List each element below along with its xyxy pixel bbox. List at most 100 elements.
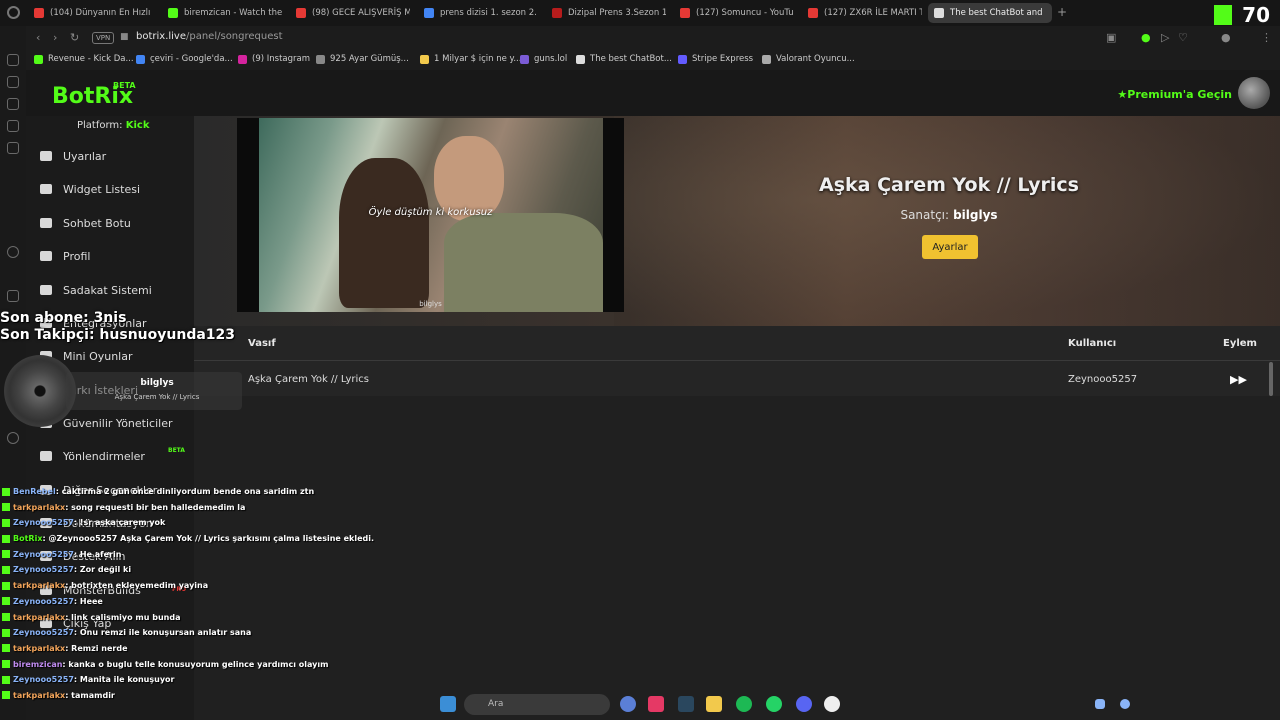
- chat-message: Zeynooo5257: Onu remzi ile konuşursan an…: [2, 627, 342, 643]
- extension-icon[interactable]: ▣: [1106, 31, 1116, 44]
- bookmark-favicon-icon: [238, 54, 247, 64]
- bookmark-0[interactable]: Revenue - Kick Da...: [34, 54, 134, 64]
- bookmark-8[interactable]: Valorant Oyuncu...: [762, 54, 855, 64]
- chat-message: tarkparlakx: Remzi nerde: [2, 643, 342, 659]
- sidebar-item-icon: [40, 151, 52, 161]
- shield-icon[interactable]: ●: [1141, 31, 1151, 44]
- avatar[interactable]: [1238, 77, 1270, 109]
- chat-text: : song requesti bir ben halledemedim la: [65, 502, 246, 512]
- tray-icon-2[interactable]: [1120, 699, 1130, 709]
- bookmark-label: The best ChatBot...: [590, 54, 672, 64]
- whatsapp-taskbar-icon[interactable]: [766, 696, 782, 712]
- profile-icon[interactable]: ●: [1221, 31, 1231, 44]
- bookmark-1[interactable]: çeviri - Google'da...: [136, 54, 233, 64]
- taskbar-search[interactable]: Ara: [464, 694, 610, 715]
- sidebar-item-label: Sohbet Botu: [63, 216, 131, 230]
- video-player[interactable]: Öyle düştüm ki korkusuz bilglys: [237, 118, 624, 312]
- forward-icon[interactable]: ›: [53, 31, 57, 44]
- chat-text: : !sr aşka çarem yok: [73, 518, 166, 528]
- sidebar-item-label: Güvenilir Yöneticiler: [63, 416, 173, 430]
- sidebar-item-0[interactable]: Uyarılar: [40, 146, 106, 166]
- tab-5[interactable]: (127) Somuncu - YouTube: [674, 3, 794, 23]
- back-icon[interactable]: ‹: [36, 31, 40, 44]
- tray-icon-1[interactable]: [1095, 699, 1105, 709]
- settings-button[interactable]: Ayarlar: [922, 235, 978, 259]
- kick-badge-icon: [2, 644, 10, 653]
- wallet-icon[interactable]: [7, 98, 19, 110]
- kick-badge-icon: [2, 534, 10, 543]
- sidebar-item-1[interactable]: Widget Listesi: [40, 179, 140, 199]
- new-tab-icon[interactable]: +: [1057, 5, 1067, 19]
- bookmark-favicon-icon: [576, 54, 585, 64]
- bookmark-label: (9) Instagram: [252, 54, 310, 64]
- spotify-icon[interactable]: [736, 696, 752, 712]
- vpn-badge[interactable]: VPN: [92, 32, 115, 44]
- folder-icon[interactable]: [706, 696, 722, 712]
- chat-username: tarkparlakx: [13, 502, 66, 512]
- tab-7[interactable]: The best ChatBot and: [928, 3, 1052, 23]
- column-header-action: Eylem: [1223, 338, 1257, 349]
- sidebar-item-4[interactable]: Sadakat Sistemi: [40, 280, 152, 300]
- settings-icon[interactable]: [7, 432, 19, 444]
- tab-favicon-icon: [168, 8, 178, 18]
- menu-icon[interactable]: ⋮: [1261, 31, 1272, 44]
- scrollbar[interactable]: [1269, 362, 1273, 396]
- chat-message: tarkparlakx: link calismiyo mu bunda: [2, 612, 342, 628]
- skip-forward-icon[interactable]: ▶▶: [1230, 373, 1247, 386]
- tab-1[interactable]: biremzican - Watch the V: [162, 3, 282, 23]
- reload-icon[interactable]: ↻: [70, 31, 79, 44]
- url-host: botrix.live: [136, 31, 186, 42]
- now-playing-box: bilglys Aşka Çarem Yok // Lyrics: [66, 372, 242, 410]
- messenger-icon[interactable]: [7, 54, 19, 66]
- sidebar-item-2[interactable]: Sohbet Botu: [40, 213, 131, 233]
- chat-message: Zeynooo5257: Heee: [2, 596, 342, 612]
- artist-row: Sanatçı: bilglys: [674, 208, 1224, 222]
- bookmark-favicon-icon: [420, 54, 429, 64]
- chat-message: Zeynooo5257: Zor değil ki: [2, 564, 342, 580]
- bookmarks-icon[interactable]: [7, 120, 19, 132]
- tab-label: biremzican - Watch the V: [184, 8, 282, 18]
- kick-badge-icon: [2, 691, 10, 700]
- tab-6[interactable]: (127) ZX6R İLE MARTI TA: [802, 3, 922, 23]
- bookmark-3[interactable]: 925 Ayar Gümüş...: [316, 54, 409, 64]
- play-icon[interactable]: ▷: [1161, 31, 1169, 44]
- sidebar-item-9[interactable]: Yönlendirmeler: [40, 446, 145, 466]
- premium-link[interactable]: ★Premium'a Geçin: [1117, 88, 1232, 101]
- bookmark-favicon-icon: [520, 54, 529, 64]
- whatsapp-icon[interactable]: [7, 246, 19, 258]
- column-header-user: Kullanıcı: [1068, 338, 1117, 349]
- bookmark-5[interactable]: guns.lol: [520, 54, 567, 64]
- sidebar-item-3[interactable]: Profil: [40, 246, 90, 266]
- sidebar-item-icon: [40, 285, 52, 295]
- bookmark-7[interactable]: Stripe Express: [678, 54, 753, 64]
- artist-label: Sanatçı:: [900, 208, 950, 222]
- taskbar-search-placeholder: Ara: [488, 699, 504, 709]
- song-hero: Öyle düştüm ki korkusuz bilglys Aşka Çar…: [194, 116, 1280, 326]
- discord-icon[interactable]: [796, 696, 812, 712]
- instagram-icon[interactable]: [7, 290, 19, 302]
- tab-label: (127) ZX6R İLE MARTI TA: [824, 8, 922, 18]
- bookmark-4[interactable]: 1 Milyar $ için ne y...: [420, 54, 521, 64]
- downloads-icon[interactable]: [7, 142, 19, 154]
- chat-message: tarkparlakx: tamamdir: [2, 690, 342, 706]
- windows-start-icon[interactable]: [440, 696, 456, 712]
- tab-0[interactable]: (104) Dünyanın En Hızlı A: [28, 3, 152, 23]
- chat-username: Zeynooo5257: [13, 596, 74, 606]
- tab-2[interactable]: (98) GECE ALIŞVERİŞ ME: [290, 3, 410, 23]
- tab-favicon-icon: [934, 8, 944, 18]
- tab-4[interactable]: Dizipal Prens 3.Sezon 1.B: [546, 3, 666, 23]
- bookmark-2[interactable]: (9) Instagram: [238, 54, 310, 64]
- now-playing-artist: bilglys: [140, 378, 174, 388]
- bookmark-label: çeviri - Google'da...: [150, 54, 233, 64]
- tab-3[interactable]: prens dizisi 1. sezon 2. b: [418, 3, 538, 23]
- steam-icon[interactable]: [678, 696, 694, 712]
- heart-icon[interactable]: ♡: [1178, 31, 1188, 44]
- opera-icon[interactable]: [648, 696, 664, 712]
- url-field[interactable]: botrix.live/panel/songrequest: [136, 31, 283, 42]
- bookmark-label: Stripe Express: [692, 54, 754, 64]
- app-icon-2[interactable]: [824, 696, 840, 712]
- opera-menu-icon[interactable]: [7, 6, 20, 19]
- history-icon[interactable]: [7, 76, 19, 88]
- bookmark-6[interactable]: The best ChatBot...: [576, 54, 672, 64]
- app-icon-1[interactable]: [620, 696, 636, 712]
